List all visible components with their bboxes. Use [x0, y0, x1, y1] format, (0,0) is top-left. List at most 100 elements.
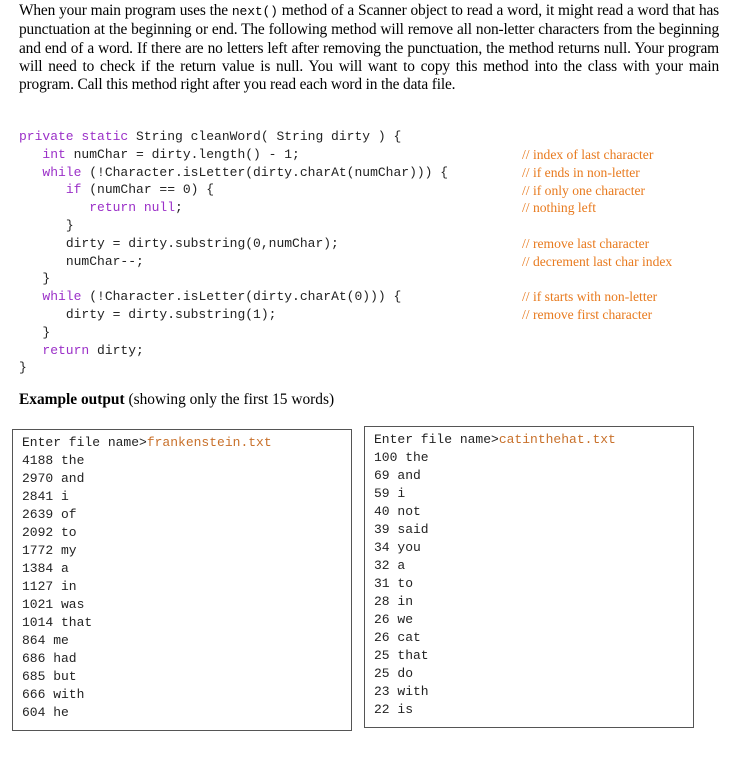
- code-comments: // index of last character // if ends in …: [522, 146, 672, 324]
- code-text: dirty = dirty.substring(1);: [65, 306, 277, 322]
- word-count-line: 1014 that: [22, 615, 93, 630]
- output-box-frankenstein: Enter file name>frankenstein.txt 4188 th…: [12, 429, 352, 731]
- code-comment: // if starts with non-letter: [522, 289, 658, 305]
- code-line: return null;: [19, 199, 448, 217]
- prompt-label: Enter file name>: [22, 435, 147, 450]
- word-count-line: 28 in: [374, 594, 414, 609]
- code-text: ;: [175, 200, 183, 216]
- code-keyword: return null: [89, 200, 176, 216]
- prompt-label: Enter file name>: [374, 432, 499, 447]
- word-count-line: 31 to: [374, 576, 414, 591]
- code-text: dirty = dirty.substring(0,numChar);: [65, 235, 339, 251]
- word-count-line: 864 me: [22, 633, 69, 648]
- code-line: }: [19, 270, 448, 288]
- word-count-line: 69 and: [374, 468, 421, 483]
- code-text: numChar--;: [65, 253, 144, 269]
- code-line: return dirty;: [19, 342, 448, 360]
- word-count-line: 23 with: [374, 684, 429, 699]
- word-count-line: 1127 in: [22, 579, 77, 594]
- word-count-line: 59 i: [374, 486, 406, 501]
- code-comment: [522, 271, 672, 289]
- word-count-line: 22 is: [374, 702, 414, 717]
- code-text: }: [65, 217, 74, 233]
- code-comment: // nothing left: [522, 200, 597, 216]
- code-comment: // if ends in non-letter: [522, 164, 640, 180]
- code-line: private static String cleanWord( String …: [19, 128, 448, 146]
- word-count-line: 25 do: [374, 666, 414, 681]
- code-text: (!Character.isLetter(dirty.charAt(0))) {: [81, 289, 402, 305]
- word-count-line: 32 a: [374, 558, 406, 573]
- code-line: while (!Character.isLetter(dirty.charAt(…: [19, 164, 448, 182]
- word-count-line: 26 cat: [374, 630, 421, 645]
- word-count-line: 1021 was: [22, 597, 85, 612]
- code-line: dirty = dirty.substring(1);: [19, 306, 448, 324]
- word-count-line: 686 had: [22, 651, 77, 666]
- word-count-line: 25 that: [374, 648, 429, 663]
- code-keyword: return: [42, 342, 90, 358]
- code-text: }: [42, 324, 51, 340]
- word-count-line: 2841 i: [22, 489, 69, 504]
- code-line: }: [19, 324, 448, 342]
- word-count-line: 4188 the: [22, 453, 85, 468]
- code-text: (numChar == 0) {: [81, 182, 215, 198]
- word-count-line: 39 said: [374, 522, 429, 537]
- code-comment: // if only one character: [522, 182, 646, 198]
- code-text: String cleanWord( String dirty ) {: [128, 129, 402, 144]
- word-count-line: 2970 and: [22, 471, 85, 486]
- code-comment: // remove last character: [522, 235, 650, 251]
- example-heading-bold: Example output: [19, 391, 125, 408]
- code-keyword: while: [42, 164, 82, 180]
- code-keyword: private static: [19, 129, 129, 144]
- code-text: }: [42, 271, 51, 287]
- code-keyword: while: [42, 289, 82, 305]
- code-comment: [522, 217, 672, 235]
- code-keyword: if: [65, 182, 82, 198]
- word-count-line: 2639 of: [22, 507, 77, 522]
- word-count-line: 1384 a: [22, 561, 69, 576]
- code-comment: // remove first character: [522, 307, 653, 323]
- word-count-line: 40 not: [374, 504, 421, 519]
- intro-text-start: When your main program uses the: [19, 2, 232, 19]
- prompt-line: Enter file name>catinthehat.txt: [374, 431, 693, 449]
- code-line: int numChar = dirty.length() - 1;: [19, 146, 448, 164]
- example-heading: Example output (showing only the first 1…: [19, 391, 334, 409]
- code-text: (!Character.isLetter(dirty.charAt(numCha…: [81, 164, 449, 180]
- code-line: }: [19, 359, 448, 377]
- output-box-catinthehat: Enter file name>catinthehat.txt 100 the 6…: [364, 426, 694, 728]
- word-count-line: 685 but: [22, 669, 77, 684]
- word-count-line: 26 we: [374, 612, 414, 627]
- code-line: }: [19, 217, 448, 235]
- word-count-line: 34 you: [374, 540, 421, 555]
- code-block: private static String cleanWord( String …: [19, 128, 448, 377]
- code-text: numChar = dirty.length() - 1;: [65, 146, 300, 162]
- word-count-line: 1772 my: [22, 543, 77, 558]
- code-comment: // index of last character: [522, 147, 654, 162]
- code-line: if (numChar == 0) {: [19, 181, 448, 199]
- example-heading-rest: (showing only the first 15 words): [124, 391, 335, 408]
- code-line: dirty = dirty.substring(0,numChar);: [19, 235, 448, 253]
- intro-method-name: next(): [231, 4, 278, 19]
- file-name: frankenstein.txt: [146, 435, 272, 450]
- file-name: catinthehat.txt: [498, 432, 616, 447]
- code-keyword: int: [42, 146, 66, 162]
- code-comment: // decrement last char index: [522, 253, 673, 269]
- word-count-line: 100 the: [374, 450, 429, 465]
- code-text: dirty;: [89, 342, 144, 358]
- word-count-line: 604 he: [22, 705, 69, 720]
- code-text: }: [19, 360, 27, 376]
- prompt-line: Enter file name>frankenstein.txt: [22, 434, 351, 452]
- code-line: while (!Character.isLetter(dirty.charAt(…: [19, 288, 448, 306]
- word-count-line: 2092 to: [22, 525, 77, 540]
